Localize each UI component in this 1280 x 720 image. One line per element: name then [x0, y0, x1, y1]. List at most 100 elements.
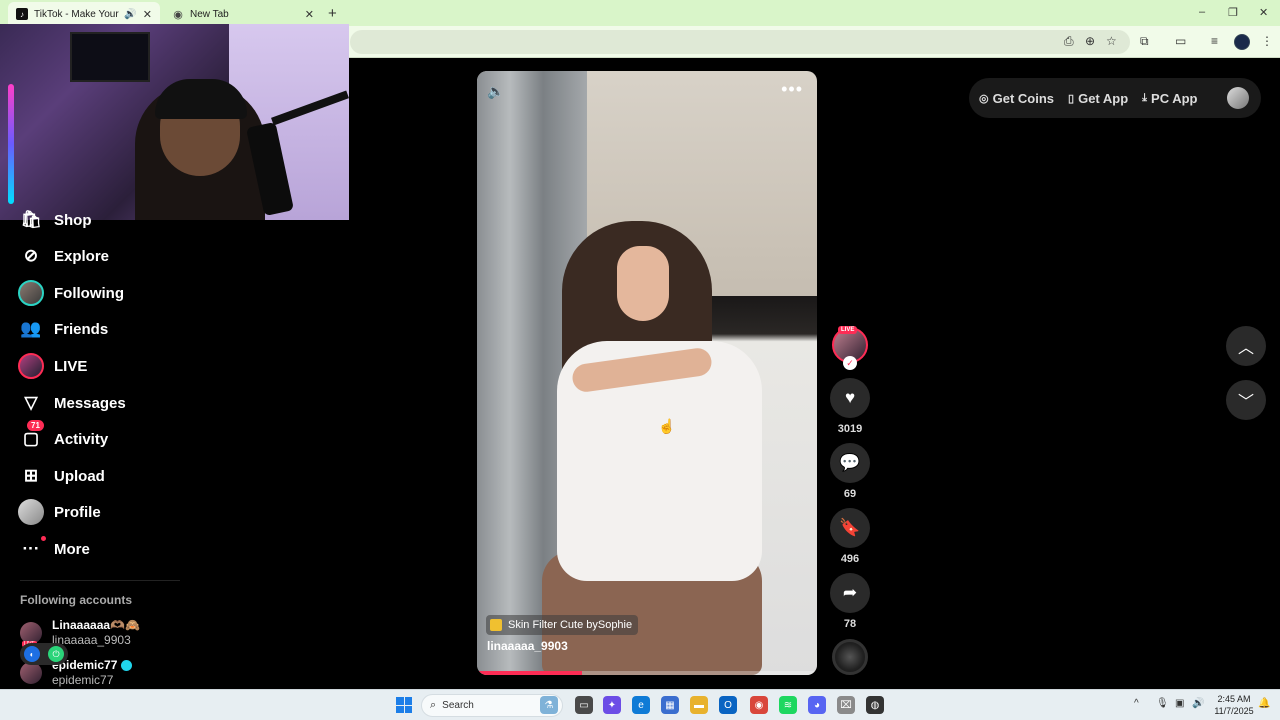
video-subject-face — [617, 246, 669, 321]
sidebar-item-upload[interactable]: ⊞ Upload — [18, 461, 105, 491]
profile-avatar — [18, 499, 44, 525]
sidebar-item-label: Activity — [54, 430, 109, 448]
windows-start-icon[interactable] — [396, 697, 412, 713]
address-bar[interactable] — [350, 30, 1130, 54]
next-video-button[interactable]: ﹀ — [1226, 380, 1266, 420]
get-app-label: Get App — [1078, 90, 1129, 106]
header-actions: ◎ Get Coins ▯ Get App ⤓ PC App — [969, 78, 1261, 118]
share-button[interactable]: ➦ — [830, 573, 870, 613]
get-app-button[interactable]: ▯ Get App — [1068, 91, 1128, 106]
network-icon[interactable]: ▣ — [1175, 698, 1184, 709]
save-button[interactable]: 🔖 — [830, 508, 870, 548]
verified-icon — [121, 660, 133, 672]
sidebar-item-messages[interactable]: ▽ Messages — [18, 388, 125, 418]
zoom-icon[interactable]: ⊕ — [1085, 34, 1095, 48]
browser-tab-bar: ♪ TikTok - Make Your Day 🔊 ✕ ◉ New Tab ✕… — [0, 0, 1280, 26]
floating-extension-widget[interactable]: ◐ ⏻ — [20, 643, 68, 665]
video-more-icon[interactable]: ••• — [781, 79, 803, 100]
following-accounts-title: Following accounts — [20, 593, 133, 607]
sidebar-item-activity[interactable]: ▢ 71 Activity — [18, 420, 109, 454]
sidebar-item-more[interactable]: ··· More — [18, 534, 90, 564]
taskbar-search-label: Search — [442, 700, 474, 711]
sidebar-item-friends[interactable]: 👥 Friends — [18, 314, 108, 344]
clock-date: 11/7/2025 — [1214, 706, 1254, 716]
new-tab-button[interactable]: + — [328, 5, 337, 22]
get-coins-label: Get Coins — [992, 90, 1055, 106]
copilot-icon[interactable]: ✦ — [603, 696, 621, 714]
kebab-menu-icon[interactable]: ⋮ — [1261, 34, 1273, 48]
install-icon[interactable]: ⎙ — [1064, 34, 1074, 49]
friends-icon: 👥 — [20, 319, 42, 338]
lab-flask-icon[interactable]: ⚗ — [540, 696, 558, 714]
media-icon[interactable]: ≡ — [1211, 34, 1218, 48]
sidebar-item-label: Friends — [54, 320, 109, 338]
effect-icon — [490, 619, 502, 631]
more-dots-icon: ··· — [18, 536, 46, 562]
cast-icon[interactable]: ▭ — [1175, 34, 1186, 48]
user-avatar[interactable] — [1227, 87, 1249, 109]
clock-time: 2:45 AM — [1217, 694, 1251, 704]
close-tab-icon[interactable]: ✕ — [143, 8, 152, 21]
music-disc[interactable] — [832, 639, 868, 675]
shop-icon: 🛍 — [20, 210, 42, 229]
taskbar: ⌕ Search ⚗ ▭ ✦ e ▦ ▬ O ◉ ≋ ◕ ⌧ ◍ ^ 🎙 ▣ 🔊… — [0, 689, 1280, 720]
sidebar-item-profile[interactable]: Profile — [18, 497, 101, 527]
outlook-icon[interactable]: O — [719, 696, 737, 714]
volume-icon[interactable]: 🔈 — [487, 83, 504, 100]
speaker-icon[interactable]: 🔊 — [124, 9, 136, 20]
bookmark-star-icon[interactable]: ☆ — [1106, 34, 1117, 48]
widget-power-icon[interactable]: ⏻ — [48, 646, 64, 662]
webcam-led-strip — [8, 84, 14, 204]
creator-live-badge: LIVE — [838, 326, 858, 334]
microphone-icon[interactable]: 🎙 — [1156, 698, 1169, 709]
video-progress-bar[interactable] — [477, 671, 817, 675]
volume-tray-icon[interactable]: 🔊 — [1192, 698, 1204, 709]
taskbar-clock[interactable]: 2:45 AM 11/7/2025 — [1211, 693, 1257, 717]
sidebar-item-label: Explore — [54, 247, 110, 265]
file-explorer-icon[interactable]: ▬ — [690, 696, 708, 714]
notification-bell-icon[interactable]: 🔔 — [1258, 698, 1270, 709]
video-player[interactable]: 🔈 ••• Skin Filter Cute bySophie linaaaaa… — [477, 71, 817, 675]
app-icon[interactable]: ⌧ — [837, 696, 855, 714]
followed-check-icon[interactable]: ✓ — [843, 356, 857, 370]
sidebar-item-following[interactable]: Following — [18, 278, 124, 308]
sidebar-item-label: Following — [54, 284, 124, 302]
video-author[interactable]: linaaaaa_9903 — [487, 639, 568, 653]
sidebar-item-label: Profile — [54, 503, 101, 521]
store-icon[interactable]: ▦ — [661, 696, 679, 714]
effect-tag[interactable]: Skin Filter Cute bySophie — [486, 615, 639, 635]
browser-profile-avatar[interactable] — [1234, 34, 1250, 50]
task-view-icon[interactable]: ▭ — [575, 696, 593, 714]
comment-count: 69 — [843, 488, 857, 500]
pc-app-button[interactable]: ⤓ PC App — [1142, 91, 1197, 106]
edge-icon[interactable]: e — [632, 696, 650, 714]
sidebar-item-live[interactable]: LIVE — [18, 351, 87, 381]
notification-dot — [41, 536, 46, 541]
widget-info-icon[interactable]: ◐ — [24, 646, 40, 662]
close-window-button[interactable]: ✕ — [1259, 6, 1268, 19]
discord-icon[interactable]: ◕ — [808, 696, 826, 714]
close-tab-icon[interactable]: ✕ — [305, 8, 314, 21]
spotify-icon[interactable]: ≋ — [779, 696, 797, 714]
extensions-icon[interactable]: ⧉ — [1140, 34, 1149, 49]
sidebar-item-shop[interactable]: 🛍 Shop — [18, 205, 91, 235]
activity-badge: 71 — [27, 420, 44, 431]
minimize-button[interactable]: – — [1199, 6, 1205, 18]
compass-icon: ⊘ — [23, 246, 39, 265]
obs-icon[interactable]: ◍ — [866, 696, 884, 714]
chrome-icon[interactable]: ◉ — [750, 696, 768, 714]
maximize-button[interactable]: ❐ — [1228, 6, 1238, 19]
tab-new-tab[interactable]: ◉ New Tab ✕ — [164, 2, 322, 26]
tray-chevron-up-icon[interactable]: ^ — [1134, 698, 1139, 709]
download-icon: ⤓ — [1142, 91, 1148, 104]
bookmark-icon: 🔖 — [839, 518, 861, 537]
paper-plane-icon: ▽ — [24, 393, 38, 412]
get-coins-button[interactable]: ◎ Get Coins — [979, 91, 1054, 106]
like-button[interactable]: ♥ — [830, 378, 870, 418]
previous-video-button[interactable]: ︿ — [1226, 326, 1266, 366]
tab-tiktok[interactable]: ♪ TikTok - Make Your Day 🔊 ✕ — [8, 2, 160, 26]
sidebar-item-explore[interactable]: ⊘ Explore — [18, 241, 109, 271]
account-avatar: LIVE — [20, 622, 42, 647]
inbox-icon: ▢ 71 — [18, 420, 44, 452]
comment-button[interactable]: 💬 — [830, 443, 870, 483]
